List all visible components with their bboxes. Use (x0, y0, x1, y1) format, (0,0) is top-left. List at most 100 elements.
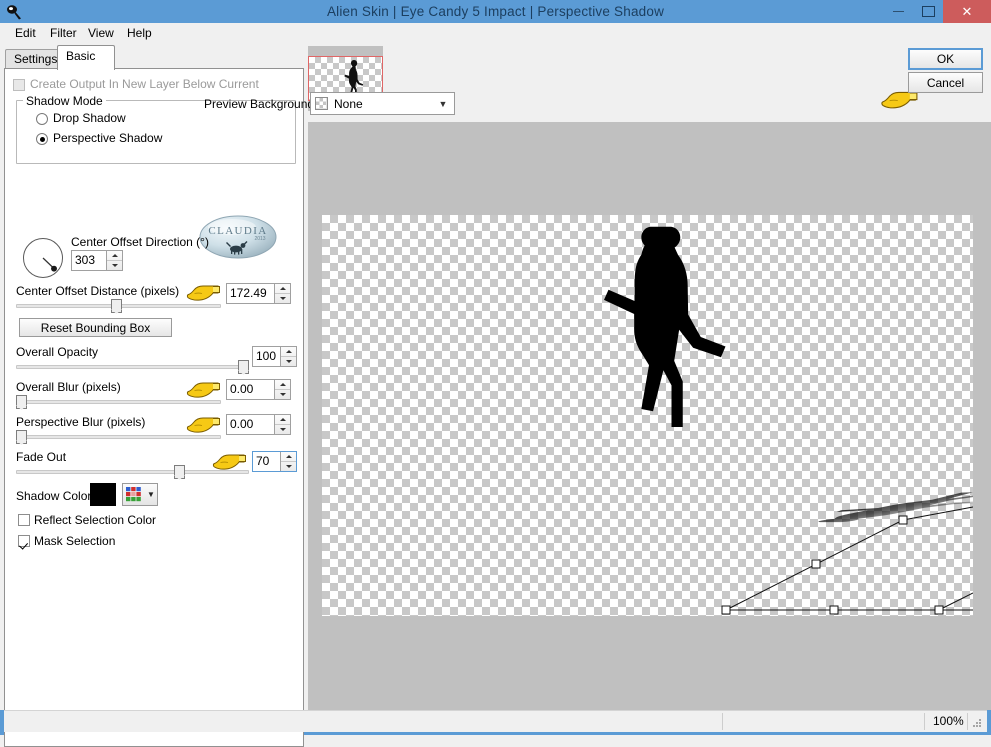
perspective-blur-value: 0.00 (230, 417, 254, 431)
radio-perspective-shadow[interactable] (36, 133, 48, 145)
slider-thumb[interactable] (111, 299, 122, 313)
ok-button[interactable]: OK (908, 48, 983, 70)
overall-blur-label: Overall Blur (pixels) (16, 380, 121, 394)
spinner-up-icon[interactable] (275, 380, 290, 390)
overall-opacity-label: Overall Opacity (16, 345, 99, 359)
center-offset-distance-label: Center Offset Distance (pixels) (16, 284, 180, 298)
center-offset-distance-input[interactable]: 172.49 (226, 283, 291, 304)
application-window: Alien Skin | Eye Candy 5 Impact | Perspe… (0, 0, 991, 747)
status-divider (722, 713, 723, 730)
center-offset-direction-label: Center Offset Direction (°) (71, 235, 209, 249)
spinner-down-icon[interactable] (275, 294, 290, 303)
menu-item-edit[interactable]: Edit (8, 23, 43, 43)
window-controls: ✕ (883, 0, 991, 23)
create-output-label: Create Output In New Layer Below Current (30, 77, 259, 91)
zoom-level-indicator: 100% (933, 714, 964, 728)
overall-opacity-value: 100 (256, 349, 277, 363)
center-offset-direction-dial[interactable] (23, 238, 63, 278)
spinner-up-icon[interactable] (281, 452, 296, 462)
slider-thumb[interactable] (238, 360, 249, 374)
slider-track (16, 365, 249, 369)
slider-thumb[interactable] (16, 430, 27, 444)
spinner-up-icon[interactable] (281, 347, 296, 357)
radio-drop-shadow[interactable] (36, 113, 48, 125)
reflect-selection-color-label: Reflect Selection Color (34, 513, 157, 527)
menu-bar: Edit Filter View Help (0, 23, 991, 43)
chevron-down-icon: ▼ (147, 490, 155, 499)
artboard[interactable] (322, 215, 973, 616)
create-output-checkbox[interactable] (13, 79, 25, 91)
overall-blur-input[interactable]: 0.00 (226, 379, 291, 400)
fade-out-input[interactable]: 70 (252, 451, 297, 472)
center-offset-distance-value: 172.49 (230, 286, 267, 300)
shadow-mode-title: Shadow Mode (23, 94, 106, 108)
spinner-down-icon[interactable] (281, 462, 296, 471)
composited-image (604, 226, 973, 615)
fade-out-value: 70 (256, 454, 270, 468)
perspective-blur-input[interactable]: 0.00 (226, 414, 291, 435)
bounding-box-handles (721, 515, 944, 615)
preview-background-value: None (334, 96, 363, 111)
perspective-blur-slider[interactable] (16, 430, 221, 444)
overall-blur-slider[interactable] (16, 395, 221, 409)
spinner-up-icon[interactable] (275, 415, 290, 425)
spinner-down-icon[interactable] (275, 390, 290, 399)
overall-blur-spinner[interactable] (274, 380, 290, 399)
preview-background-label: Preview Background: (204, 97, 318, 111)
center-offset-direction-input[interactable]: 303 (71, 250, 123, 271)
status-divider (924, 713, 925, 730)
menu-item-filter[interactable]: Filter (43, 23, 84, 43)
perspective-blur-spinner[interactable] (274, 415, 290, 434)
fade-out-spinner[interactable] (280, 452, 296, 471)
slider-track (16, 435, 221, 439)
shadow-color-swatch[interactable] (90, 483, 116, 506)
center-offset-distance-spinner[interactable] (274, 284, 290, 303)
overall-opacity-slider[interactable] (16, 360, 249, 374)
reset-bounding-box-button[interactable]: Reset Bounding Box (19, 318, 172, 337)
fade-out-label: Fade Out (16, 450, 67, 464)
center-offset-distance-slider[interactable] (16, 299, 221, 313)
cancel-button[interactable]: Cancel (908, 72, 983, 93)
status-divider (967, 713, 968, 730)
preview-background-swatch (315, 97, 328, 110)
chevron-down-icon[interactable]: ▼ (432, 99, 454, 109)
mask-selection-checkbox[interactable] (18, 535, 30, 547)
preview-canvas-area[interactable] (308, 122, 991, 710)
main-body: Settings Basic Create Output In New Laye… (0, 43, 991, 747)
subject-silhouette (604, 226, 726, 427)
color-palette-button[interactable]: ▼ (122, 483, 158, 506)
fade-out-slider[interactable] (16, 465, 249, 479)
spinner-down-icon[interactable] (281, 357, 296, 366)
overall-opacity-input[interactable]: 100 (252, 346, 297, 367)
center-offset-direction-spinner[interactable] (106, 251, 122, 270)
palette-grid-icon (126, 487, 141, 502)
spinner-up-icon[interactable] (107, 251, 122, 261)
shadow-color-label: Shadow Color (16, 489, 92, 503)
watermark-logo: CLAUDIA 2013 (198, 213, 278, 261)
spinner-down-icon[interactable] (107, 261, 122, 270)
slider-thumb[interactable] (16, 395, 27, 409)
spinner-down-icon[interactable] (275, 425, 290, 434)
maximize-button[interactable] (913, 0, 943, 23)
spinner-up-icon[interactable] (275, 284, 290, 294)
center-offset-direction-value: 303 (75, 253, 96, 267)
status-bar: 100% (4, 710, 987, 732)
perspective-shadow (818, 489, 973, 523)
preview-background-select[interactable]: None ▼ (310, 92, 455, 115)
radio-perspective-shadow-label: Perspective Shadow (53, 131, 163, 145)
tab-basic[interactable]: Basic (57, 45, 115, 70)
overall-opacity-spinner[interactable] (280, 347, 296, 366)
resize-grip[interactable] (973, 719, 983, 729)
minimize-button[interactable] (883, 0, 913, 23)
slider-thumb[interactable] (174, 465, 185, 479)
radio-drop-shadow-label: Drop Shadow (53, 111, 126, 125)
slider-track (16, 470, 249, 474)
settings-panel: Create Output In New Layer Below Current… (4, 68, 304, 747)
mask-selection-label: Mask Selection (34, 534, 116, 548)
menu-item-view[interactable]: View (81, 23, 121, 43)
reflect-selection-color-checkbox[interactable] (18, 514, 30, 526)
slider-track (16, 400, 221, 404)
window-title: Alien Skin | Eye Candy 5 Impact | Perspe… (326, 4, 665, 19)
menu-item-help[interactable]: Help (120, 23, 159, 43)
close-button[interactable]: ✕ (943, 0, 991, 23)
